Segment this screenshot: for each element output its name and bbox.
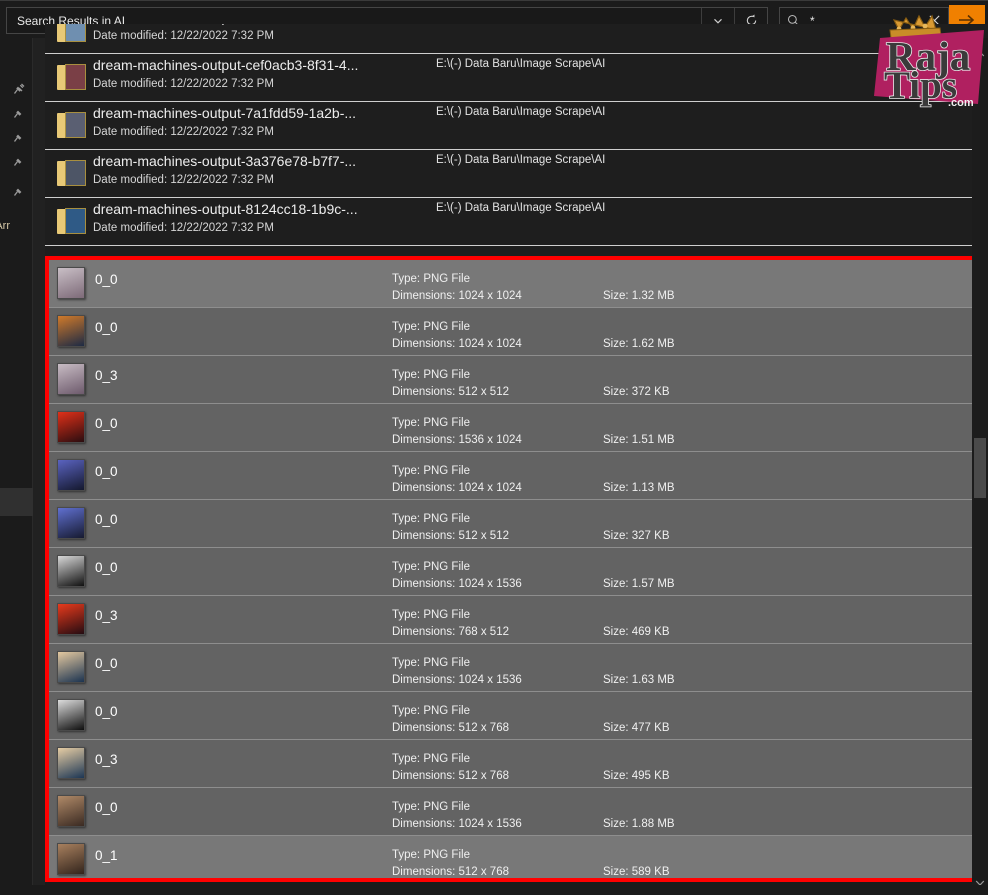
rail-divider <box>33 38 45 895</box>
folder-icon <box>57 24 87 46</box>
folder-result-row[interactable]: dream-machines-output-7a1fdd59-1a2b-... D… <box>45 102 988 150</box>
folder-path: E:\(-) Data Baru\Image Scrape\AI <box>436 106 606 118</box>
folder-name: dream-machines-output-cef0acb3-8f31-4... <box>93 57 359 73</box>
folder-icon <box>57 110 87 142</box>
chevron-up-icon[interactable] <box>972 46 988 62</box>
folder-name: dream-machines-output-7a1fdd59-1a2b-... <box>93 105 357 121</box>
folder-icon <box>57 206 87 238</box>
folder-icon <box>57 62 87 94</box>
pin-icon[interactable] <box>12 130 26 144</box>
scrollbar-thumb[interactable] <box>974 438 986 498</box>
vertical-scrollbar[interactable] <box>972 38 988 895</box>
folder-path: E:\(-) Data Baru\Image Scrape\AI <box>436 58 606 70</box>
folder-result-row[interactable]: dream-machines-output-8124cc18-1b9c-... D… <box>45 198 988 246</box>
folder-result-row[interactable]: dream-machines-output-3a376e78-b7f7-... D… <box>45 150 988 198</box>
folder-date-modified: Date modified: 12/22/2022 7:32 PM <box>93 30 274 42</box>
folder-results-list[interactable]: dream-machines-output-3b7acb79-dcb7-4...… <box>45 24 988 256</box>
folder-date-modified: Date modified: 12/22/2022 7:32 PM <box>93 222 274 234</box>
folder-date-modified: Date modified: 12/22/2022 7:32 PM <box>93 126 274 138</box>
folder-path: E:\(-) Data Baru\Image Scrape\AI <box>436 202 606 214</box>
navigation-rail: Arr <box>0 38 33 895</box>
folder-result-row[interactable]: dream-machines-output-3b7acb79-dcb7-4...… <box>45 24 988 54</box>
rail-selected-block[interactable] <box>0 488 33 516</box>
folder-name: dream-machines-output-8124cc18-1b9c-... <box>93 201 358 217</box>
bottom-strip <box>0 885 988 895</box>
folder-icon <box>57 158 87 190</box>
folder-path: E:\(-) Data Baru\Image Scrape\AI <box>436 154 606 166</box>
folder-name: dream-machines-output-3b7acb79-dcb7-4... <box>93 24 366 25</box>
folder-date-modified: Date modified: 12/22/2022 7:32 PM <box>93 174 274 186</box>
rail-arr-label: Arr <box>0 220 10 232</box>
folder-date-modified: Date modified: 12/22/2022 7:32 PM <box>93 78 274 90</box>
pin-icon[interactable] <box>12 184 26 198</box>
pin-icon[interactable] <box>12 106 26 120</box>
folder-name: dream-machines-output-3a376e78-b7f7-... <box>93 153 357 169</box>
pin-icon[interactable] <box>12 82 26 96</box>
file-explorer-window: Search Results in AI * rr Date modified:… <box>0 0 988 895</box>
pin-icon[interactable] <box>12 154 26 168</box>
selection-annotation-box <box>45 256 982 882</box>
folder-result-row[interactable]: dream-machines-output-cef0acb3-8f31-4...… <box>45 54 988 102</box>
